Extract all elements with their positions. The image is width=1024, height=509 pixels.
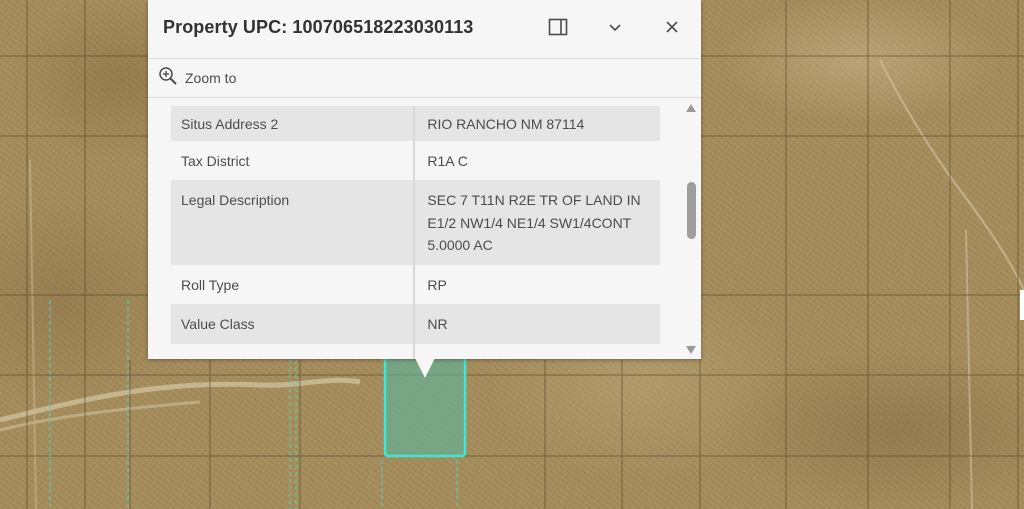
scrollbar[interactable] — [681, 98, 701, 359]
table-row: Tax District R1A C — [171, 140, 660, 180]
attribute-key: Value Class — [171, 304, 416, 344]
zoom-to-action[interactable]: Zoom to — [158, 66, 237, 91]
attribute-key: Situs Address 2 — [171, 106, 416, 141]
table-row: Property Class V — [171, 343, 660, 359]
attribute-key: Tax District — [171, 140, 416, 180]
attribute-value: R1A C — [414, 140, 660, 180]
attribute-value: RP — [414, 264, 660, 304]
attribute-table: Situs Address 2 RIO RANCHO NM 87114 Tax … — [171, 106, 660, 359]
close-button[interactable] — [657, 14, 687, 44]
table-row: Roll Type RP — [171, 264, 660, 304]
collapse-button[interactable] — [600, 14, 630, 44]
attribute-value: NR — [414, 304, 660, 344]
dirt-road-west — [29, 159, 37, 509]
scroll-down-arrow-icon[interactable] — [686, 346, 696, 354]
dock-icon — [548, 18, 568, 41]
popup-title: Property UPC: 100706518223030113 — [163, 17, 474, 37]
scroll-up-arrow-icon[interactable] — [686, 104, 696, 112]
chevron-down-icon — [608, 20, 622, 38]
table-row: Value Class NR — [171, 304, 660, 344]
table-row: Legal Description SEC 7 T11N R2E TR OF L… — [171, 180, 660, 265]
attribute-key: Roll Type — [171, 264, 416, 304]
dry-wash-branch — [0, 400, 201, 432]
attribute-key: Legal Description — [171, 180, 416, 265]
scroll-thumb[interactable] — [687, 182, 696, 239]
zoom-in-icon — [158, 66, 178, 91]
attribute-value: SEC 7 T11N R2E TR OF LAND IN E1/2 NW1/4 … — [414, 180, 660, 265]
dirt-track — [879, 59, 1024, 291]
attribute-value: RIO RANCHO NM 87114 — [414, 106, 660, 141]
dock-button[interactable] — [543, 14, 573, 44]
popup-header: Property UPC: 100706518223030113 — [148, 0, 701, 58]
feature-popup: Property UPC: 100706518223030113 Zoom to… — [148, 0, 701, 359]
popup-action-bar: Zoom to — [148, 59, 701, 97]
zoom-to-label: Zoom to — [185, 70, 237, 86]
popup-content[interactable]: Situs Address 2 RIO RANCHO NM 87114 Tax … — [148, 98, 701, 359]
attribute-value: V — [414, 343, 660, 359]
table-row: Situs Address 2 RIO RANCHO NM 87114 — [171, 106, 660, 141]
popup-pointer — [415, 358, 435, 378]
map-control-edge — [1020, 290, 1024, 320]
dry-wash — [0, 377, 361, 423]
dirt-road — [965, 229, 973, 509]
attribute-key: Property Class — [171, 343, 416, 359]
close-icon — [665, 20, 679, 39]
